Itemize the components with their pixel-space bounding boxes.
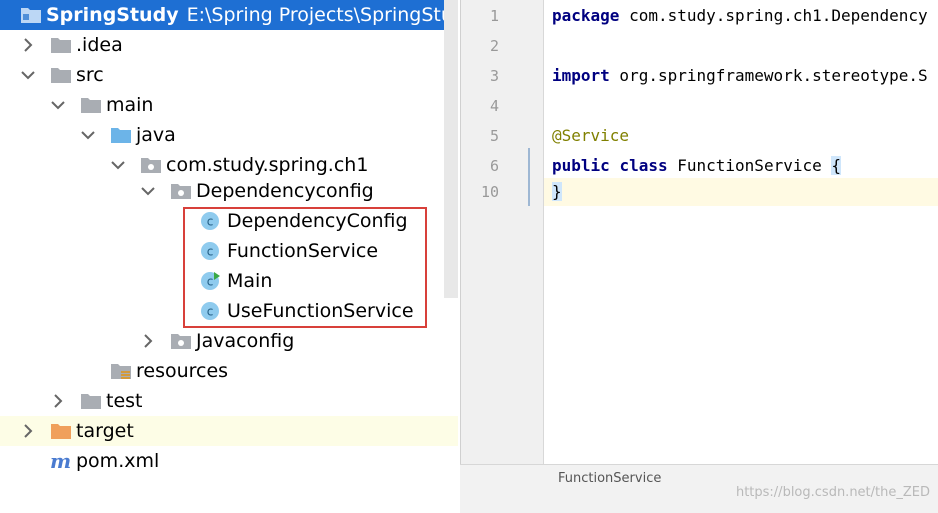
line-number: 2 xyxy=(489,37,499,55)
annotation-highlight-box xyxy=(183,207,427,328)
tree-item-javaconfig[interactable]: Javaconfig xyxy=(0,326,458,356)
line-number: 4 xyxy=(489,97,499,115)
chevron-down-icon[interactable] xyxy=(110,157,126,173)
tree-item-src[interactable]: src xyxy=(0,60,458,90)
tree-label: target xyxy=(76,420,134,442)
tree-label: pom.xml xyxy=(76,450,160,472)
tree-item-springstudy[interactable]: SpringStudy E:\Spring Projects\SpringStud… xyxy=(0,0,458,30)
tree-item-dependencyconfig[interactable]: Dependencyconfig xyxy=(0,176,458,206)
chevron-down-icon[interactable] xyxy=(50,97,66,113)
watermark: https://blog.csdn.net/the_ZED xyxy=(735,485,930,500)
folder-icon xyxy=(50,66,72,84)
line-number: 3 xyxy=(489,67,499,85)
annotation-text: @Service xyxy=(552,126,630,145)
resources-folder-icon xyxy=(110,362,132,380)
code-line-5: @Service xyxy=(552,121,629,151)
code-text: org.springframework.stereotype.S xyxy=(609,66,928,85)
excluded-folder-icon xyxy=(50,422,72,440)
tree-label: Dependencyconfig xyxy=(196,180,374,202)
chevron-right-icon[interactable] xyxy=(20,423,36,439)
tree-label: java xyxy=(136,124,176,146)
maven-icon: m xyxy=(50,449,74,473)
code-text: com.study.spring.ch1.Dependency xyxy=(619,6,928,25)
code-line-6: public class FunctionService { xyxy=(552,151,842,181)
code-line-10: } xyxy=(552,177,562,207)
tree-item-java[interactable]: java xyxy=(0,120,458,150)
tree-label: main xyxy=(106,94,154,116)
tree-item-target[interactable]: target xyxy=(0,416,458,446)
tree-label: Javaconfig xyxy=(196,330,295,352)
tree-item-test[interactable]: test xyxy=(0,386,458,416)
tree-scrollbar[interactable] xyxy=(444,0,458,298)
chevron-right-icon[interactable] xyxy=(20,37,36,53)
line-number: 10 xyxy=(480,183,499,201)
tree-bottom-area xyxy=(0,478,460,512)
tree-item-main[interactable]: main xyxy=(0,90,458,120)
tree-item-pom[interactable]: m pom.xml xyxy=(0,446,458,476)
keyword: package xyxy=(552,6,620,25)
chevron-right-icon[interactable] xyxy=(140,333,156,349)
tree-label: src xyxy=(76,64,104,86)
project-path: E:\Spring Projects\SpringStudy xyxy=(186,4,458,26)
source-folder-icon xyxy=(110,126,132,144)
module-folder-icon xyxy=(20,6,42,24)
keyword: class xyxy=(619,156,668,175)
keyword: import xyxy=(552,66,610,85)
tree-label: .idea xyxy=(76,34,123,56)
brace-close: } xyxy=(552,182,562,201)
tree-item-resources[interactable]: resources xyxy=(0,356,458,386)
editor-gutter: 1 2 3 4 5 6 10 xyxy=(461,0,544,464)
code-text: FunctionService xyxy=(667,156,832,175)
editor-bottom-bar: FunctionService https://blog.csdn.net/th… xyxy=(460,464,938,513)
chevron-down-icon[interactable] xyxy=(140,183,156,199)
brace-open: { xyxy=(831,156,842,175)
line-number: 5 xyxy=(489,127,499,145)
line-number: 1 xyxy=(489,7,499,25)
code-line-1: package com.study.spring.ch1.Dependency xyxy=(552,1,928,31)
folder-icon xyxy=(50,36,72,54)
folder-icon xyxy=(80,96,102,114)
svg-text:m: m xyxy=(50,451,71,471)
code-line-3: import org.springframework.stereotype.S xyxy=(552,61,928,91)
keyword: public xyxy=(552,156,610,175)
code-editor[interactable]: 1 2 3 4 5 6 10 package com.study.spring.… xyxy=(460,0,938,464)
tree-label: resources xyxy=(136,360,229,382)
chevron-right-icon[interactable] xyxy=(50,393,66,409)
fold-marker[interactable] xyxy=(528,148,530,206)
chevron-down-icon[interactable] xyxy=(20,67,36,83)
package-icon xyxy=(170,332,192,350)
breadcrumb-tab[interactable]: FunctionService xyxy=(558,471,661,486)
chevron-down-icon[interactable] xyxy=(80,127,96,143)
folder-icon xyxy=(80,392,102,410)
package-icon xyxy=(140,156,162,174)
package-icon xyxy=(170,182,192,200)
tree-item-idea[interactable]: .idea xyxy=(0,30,458,60)
project-name: SpringStudy xyxy=(46,4,179,26)
tree-label: test xyxy=(106,390,143,412)
